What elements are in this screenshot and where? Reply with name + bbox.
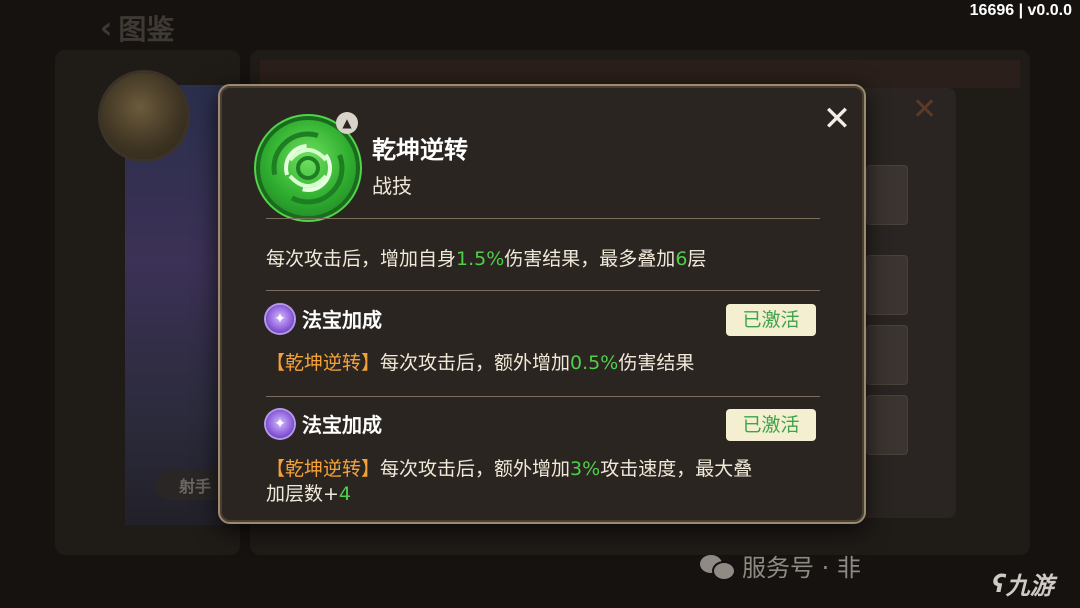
divider bbox=[266, 218, 820, 219]
close-icon[interactable]: ✕ bbox=[820, 102, 854, 136]
side-card bbox=[866, 165, 908, 225]
skill-name: 乾坤逆转 bbox=[372, 136, 468, 164]
back-label: 图鉴 bbox=[118, 13, 175, 46]
bonus-description-cont: 加层数+4 bbox=[266, 479, 351, 506]
desc-text: 每次攻击后，额外增加 bbox=[380, 458, 571, 480]
skill-detail-dialog: ✕ ▲ 乾坤逆转 战技 每次攻击后，增加自身1.5%伤害结果，最多叠加6层 法宝… bbox=[218, 84, 866, 524]
side-card bbox=[866, 395, 908, 455]
desc-text: 每次攻击后，额外增加 bbox=[380, 352, 571, 374]
bonus-header: 法宝加成 bbox=[266, 304, 382, 333]
divider bbox=[266, 290, 820, 291]
site-logo: ʕ 九游 bbox=[992, 566, 1054, 601]
wechat-icon bbox=[700, 553, 736, 581]
weapon-avatar[interactable] bbox=[98, 70, 190, 162]
desc-value: 3% bbox=[570, 458, 601, 480]
desc-value: 1.5% bbox=[456, 248, 505, 270]
skill-type: 战技 bbox=[372, 174, 412, 198]
desc-text: 加层数+ bbox=[266, 483, 339, 505]
desc-value: 0.5% bbox=[570, 352, 619, 374]
treasure-bonus-icon bbox=[266, 409, 294, 438]
bonus-header: 法宝加成 bbox=[266, 409, 382, 438]
bonus-tag: 【乾坤逆转】 bbox=[266, 458, 381, 480]
desc-text: 层 bbox=[687, 248, 707, 270]
bonus-tag: 【乾坤逆转】 bbox=[266, 352, 381, 374]
side-card bbox=[866, 255, 908, 315]
watermark: 服务号 · 非 bbox=[700, 548, 861, 583]
desc-text: 伤害结果，最多叠加 bbox=[504, 248, 676, 270]
divider bbox=[266, 396, 820, 397]
side-card bbox=[866, 325, 908, 385]
status-badge: 已激活 bbox=[726, 304, 816, 336]
side-close-icon: ✕ bbox=[912, 92, 938, 127]
chevron-left-icon: ‹ bbox=[100, 10, 113, 46]
status-badge: 已激活 bbox=[726, 409, 816, 441]
bonus-description: 【乾坤逆转】每次攻击后，额外增加3%攻击速度，最大叠 bbox=[266, 454, 752, 481]
desc-text: 攻击速度，最大叠 bbox=[600, 458, 753, 480]
treasure-bonus-icon bbox=[266, 304, 294, 333]
bonus-title: 法宝加成 bbox=[302, 413, 382, 437]
skill-description: 每次攻击后，增加自身1.5%伤害结果，最多叠加6层 bbox=[266, 244, 706, 271]
desc-text: 伤害结果 bbox=[618, 352, 695, 374]
logo-text: 九游 bbox=[1005, 572, 1054, 600]
version-label: 16696 | v0.0.0 bbox=[969, 2, 1072, 19]
swirl-green-icon bbox=[260, 120, 356, 216]
bonus-description: 【乾坤逆转】每次攻击后，额外增加0.5%伤害结果 bbox=[266, 348, 694, 375]
watermark-text: 服务号 · 非 bbox=[742, 554, 861, 582]
desc-value: 6 bbox=[675, 248, 688, 270]
desc-value: 4 bbox=[338, 483, 352, 505]
caret-up-icon[interactable]: ▲ bbox=[336, 112, 358, 134]
bonus-title: 法宝加成 bbox=[302, 308, 382, 332]
desc-text: 每次攻击后，增加自身 bbox=[266, 248, 457, 270]
back-button[interactable]: ‹ 图鉴 bbox=[100, 8, 174, 48]
logo-mark-icon: ʕ bbox=[992, 569, 1006, 598]
